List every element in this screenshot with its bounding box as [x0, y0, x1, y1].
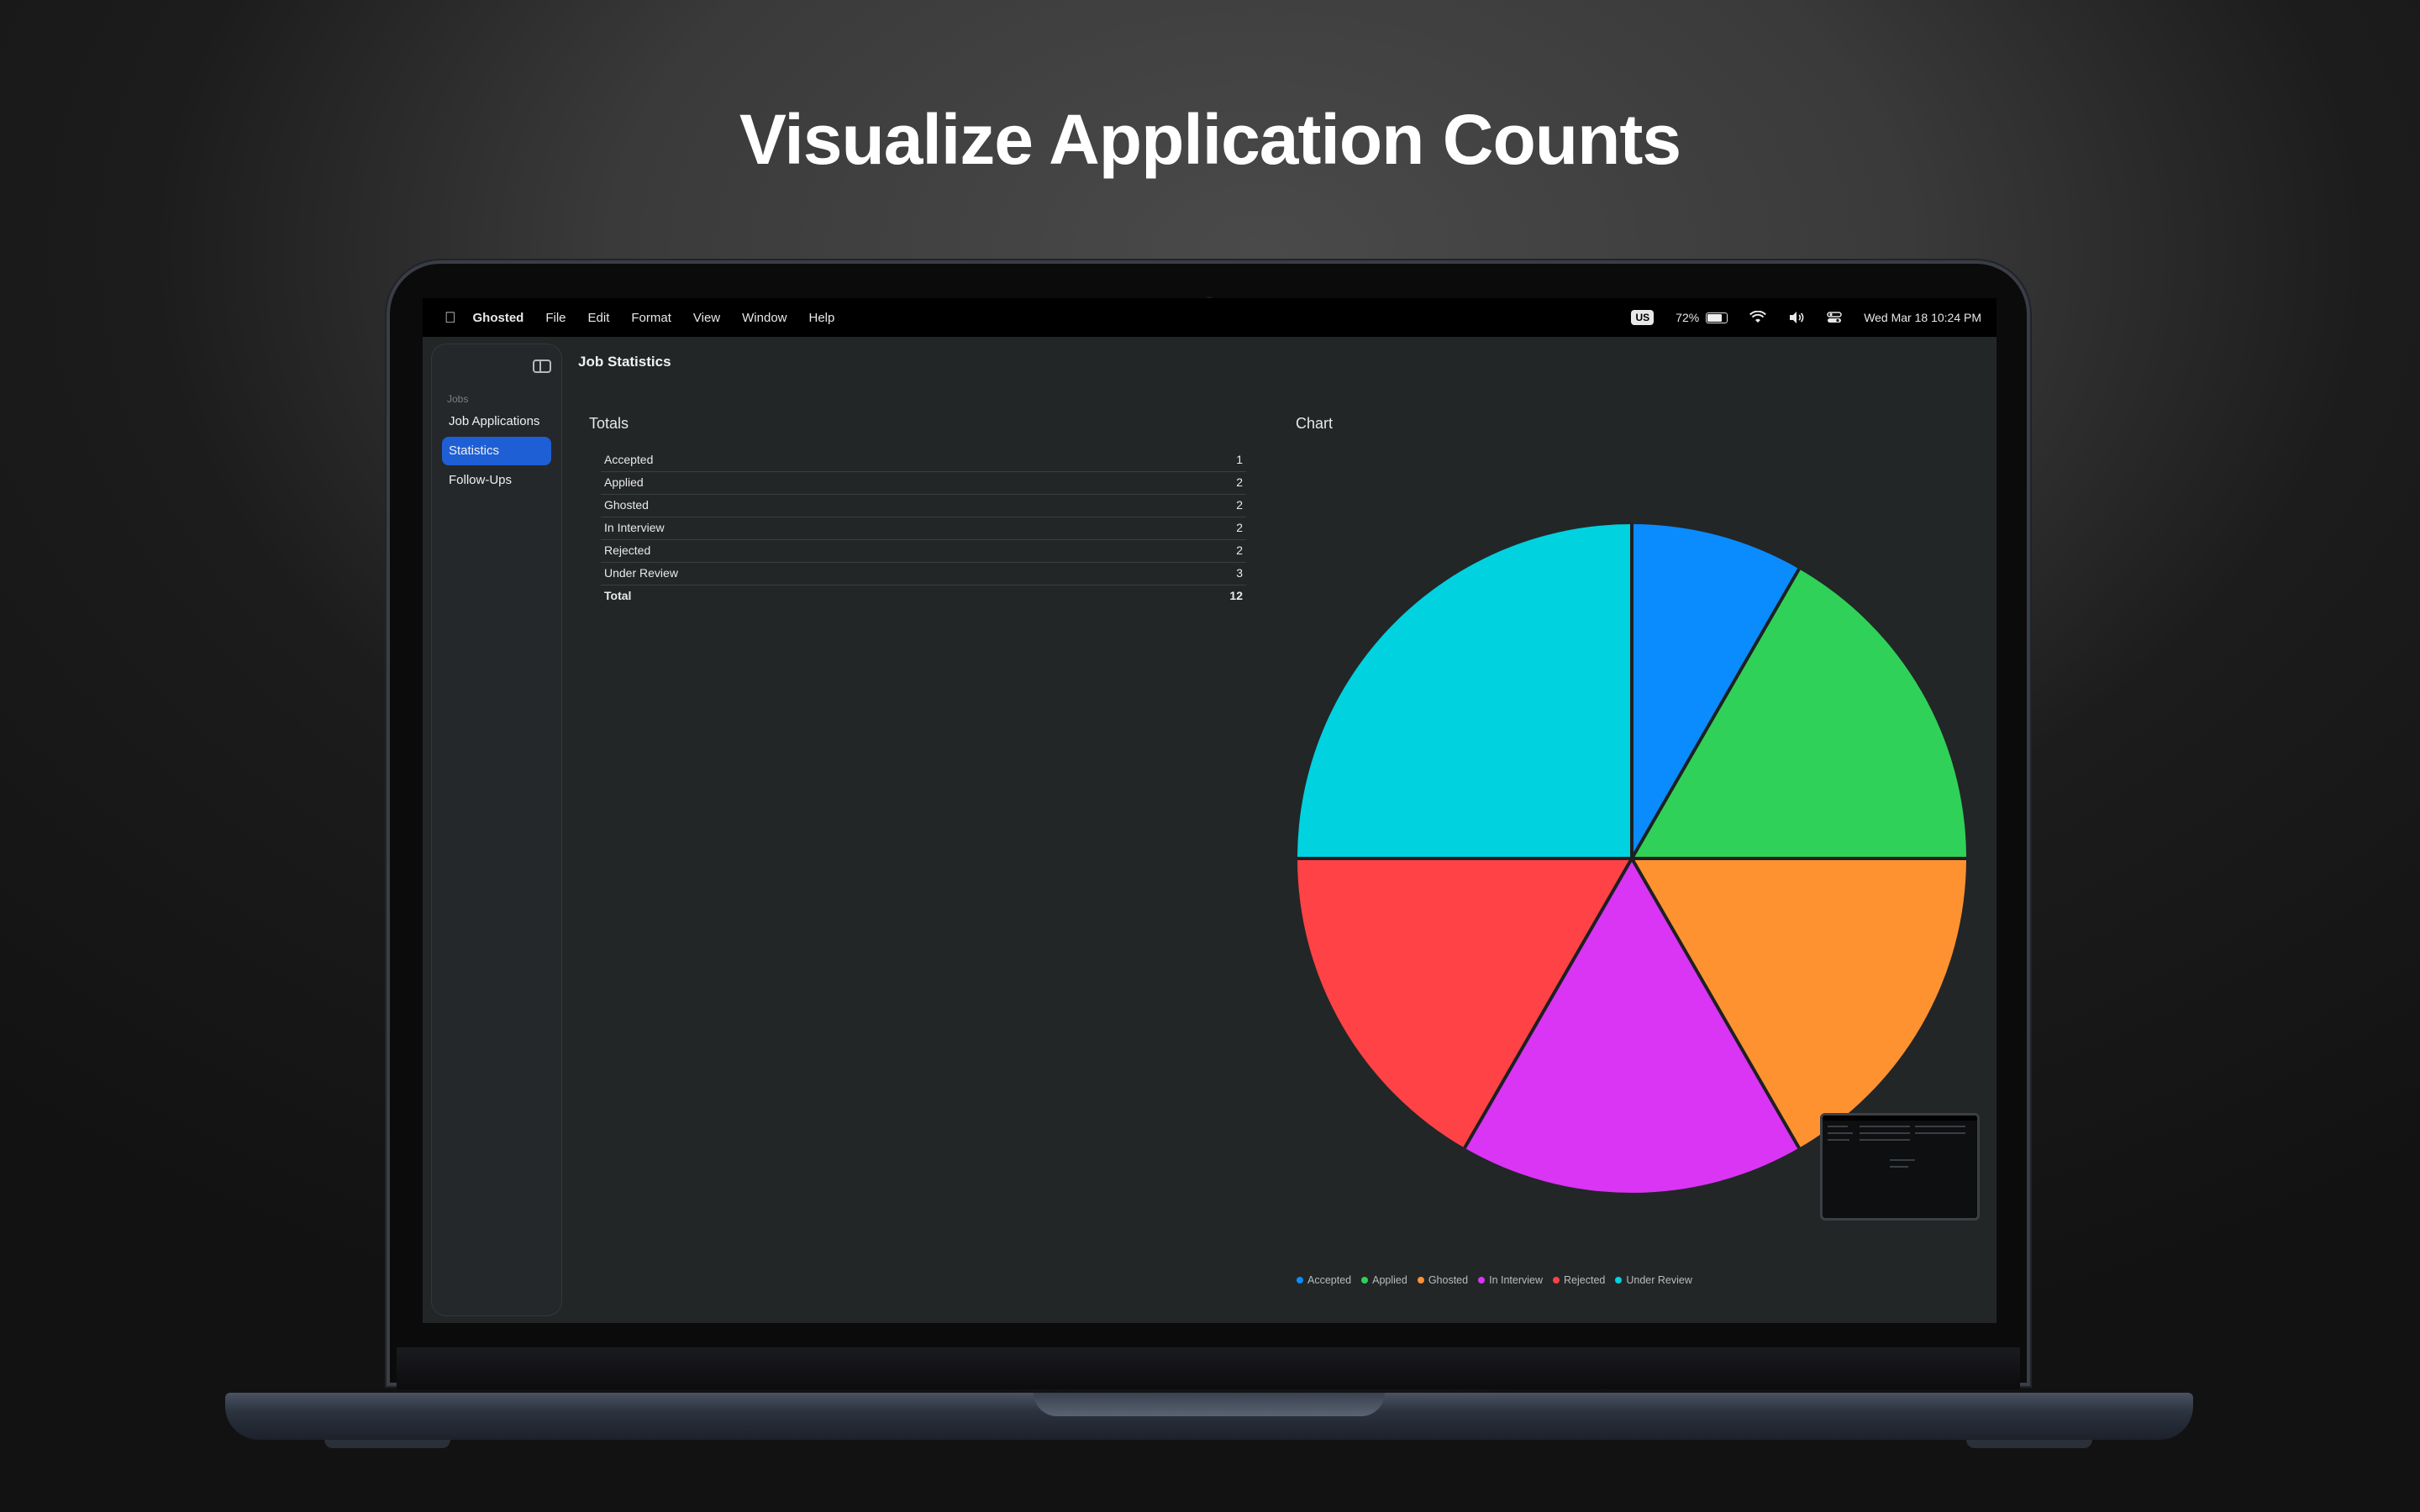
control-center-icon[interactable] [1827, 311, 1842, 324]
page-title: Job Statistics [578, 354, 671, 370]
legend-label: Ghosted [1428, 1274, 1469, 1286]
row-value: 2 [1236, 521, 1243, 534]
menu-help[interactable]: Help [809, 311, 835, 325]
table-row: Applied 2 [601, 472, 1246, 495]
row-value: 2 [1236, 498, 1243, 512]
sidebar-item-job-applications[interactable]: Job Applications [442, 407, 551, 436]
legend-label: Under Review [1626, 1274, 1692, 1286]
chart-heading: Chart [1296, 415, 1334, 432]
total-label: Total [604, 589, 632, 602]
sidebar-item-statistics[interactable]: Statistics [442, 437, 551, 465]
battery-fill [1707, 313, 1723, 322]
totals-table: Accepted 1 Applied 2 Ghosted 2 In Interview… [601, 449, 1246, 607]
menu-clock[interactable]: Wed Mar 18 10:24 PM [1864, 311, 1981, 324]
row-value: 3 [1236, 566, 1243, 580]
laptop-notch [1034, 1393, 1385, 1416]
legend-item-in-interview: In Interview [1478, 1274, 1543, 1286]
table-row: Under Review 3 [601, 563, 1246, 585]
legend-swatch [1361, 1277, 1369, 1284]
headline: Visualize Application Counts [739, 100, 1681, 179]
menu-format[interactable]: Format [631, 311, 671, 325]
menu-edit[interactable]: Edit [588, 311, 610, 325]
legend-swatch [1615, 1277, 1623, 1284]
row-value: 2 [1236, 543, 1243, 557]
laptop-foot [324, 1440, 450, 1448]
input-source-badge[interactable]: US [1631, 310, 1655, 325]
legend-label: In Interview [1489, 1274, 1544, 1286]
speaker-icon[interactable] [1788, 311, 1805, 324]
row-label: Under Review [604, 566, 678, 580]
laptop-bezel-bottom [397, 1347, 2020, 1389]
menu-window[interactable]: Window [742, 311, 786, 325]
laptop-foot [1966, 1440, 2092, 1448]
legend-label: Rejected [1564, 1274, 1606, 1286]
pie-chart [1297, 524, 1966, 1193]
screenshot-thumbnail[interactable] [1820, 1113, 1980, 1221]
row-label: In Interview [604, 521, 665, 534]
pie-slice-under-review [1297, 524, 1632, 858]
sidebar-toggle-icon[interactable] [533, 360, 551, 373]
chart-legend: Accepted Applied Ghosted In Interview Reject… [1297, 1274, 1692, 1286]
row-value: 2 [1236, 475, 1243, 489]
total-row: Total 12 [601, 585, 1246, 607]
legend-swatch [1417, 1277, 1424, 1284]
battery-icon [1706, 312, 1728, 323]
battery-status[interactable]: 72% [1676, 311, 1728, 324]
table-row: In Interview 2 [601, 517, 1246, 540]
row-label: Accepted [604, 453, 654, 466]
legend-swatch [1553, 1277, 1560, 1284]
sidebar-item-follow-ups[interactable]: Follow-Ups [442, 466, 551, 495]
menu-app-name[interactable]: Ghosted [473, 311, 524, 325]
row-value: 1 [1236, 453, 1243, 466]
legend-swatch [1297, 1277, 1303, 1284]
row-label: Rejected [604, 543, 651, 557]
legend-item-applied: Applied [1361, 1274, 1407, 1286]
status-menus: US 72% Wed Mar 18 10:24 PM [1631, 298, 1981, 337]
legend-item-accepted: Accepted [1297, 1274, 1351, 1286]
menu-file[interactable]: File [545, 311, 566, 325]
sidebar: Jobs Job Applications Statistics Follow-… [431, 344, 562, 1316]
total-value: 12 [1229, 589, 1243, 602]
legend-label: Accepted [1307, 1274, 1352, 1286]
table-row: Accepted 1 [601, 449, 1246, 472]
menu-view[interactable]: View [693, 311, 720, 325]
row-label: Ghosted [604, 498, 649, 512]
row-label: Applied [604, 475, 644, 489]
app-window: Jobs Job Applications Statistics Follow-… [423, 337, 1996, 1323]
totals-heading: Totals [589, 415, 629, 432]
legend-label: Applied [1372, 1274, 1407, 1286]
battery-percent: 72% [1676, 311, 1700, 324]
table-row: Rejected 2 [601, 540, 1246, 563]
legend-item-under-review: Under Review [1615, 1274, 1692, 1286]
legend-item-ghosted: Ghosted [1417, 1274, 1469, 1286]
apple-logo-icon[interactable]:  [445, 309, 456, 327]
legend-swatch [1478, 1277, 1486, 1284]
screen:  Ghosted File Edit Format View Window H… [423, 298, 1996, 1323]
table-row: Ghosted 2 [601, 495, 1246, 517]
legend-item-rejected: Rejected [1553, 1274, 1605, 1286]
wifi-icon[interactable] [1749, 311, 1767, 324]
menu-bar:  Ghosted File Edit Format View Window H… [423, 298, 1996, 337]
sidebar-section-jobs: Jobs [447, 393, 469, 405]
